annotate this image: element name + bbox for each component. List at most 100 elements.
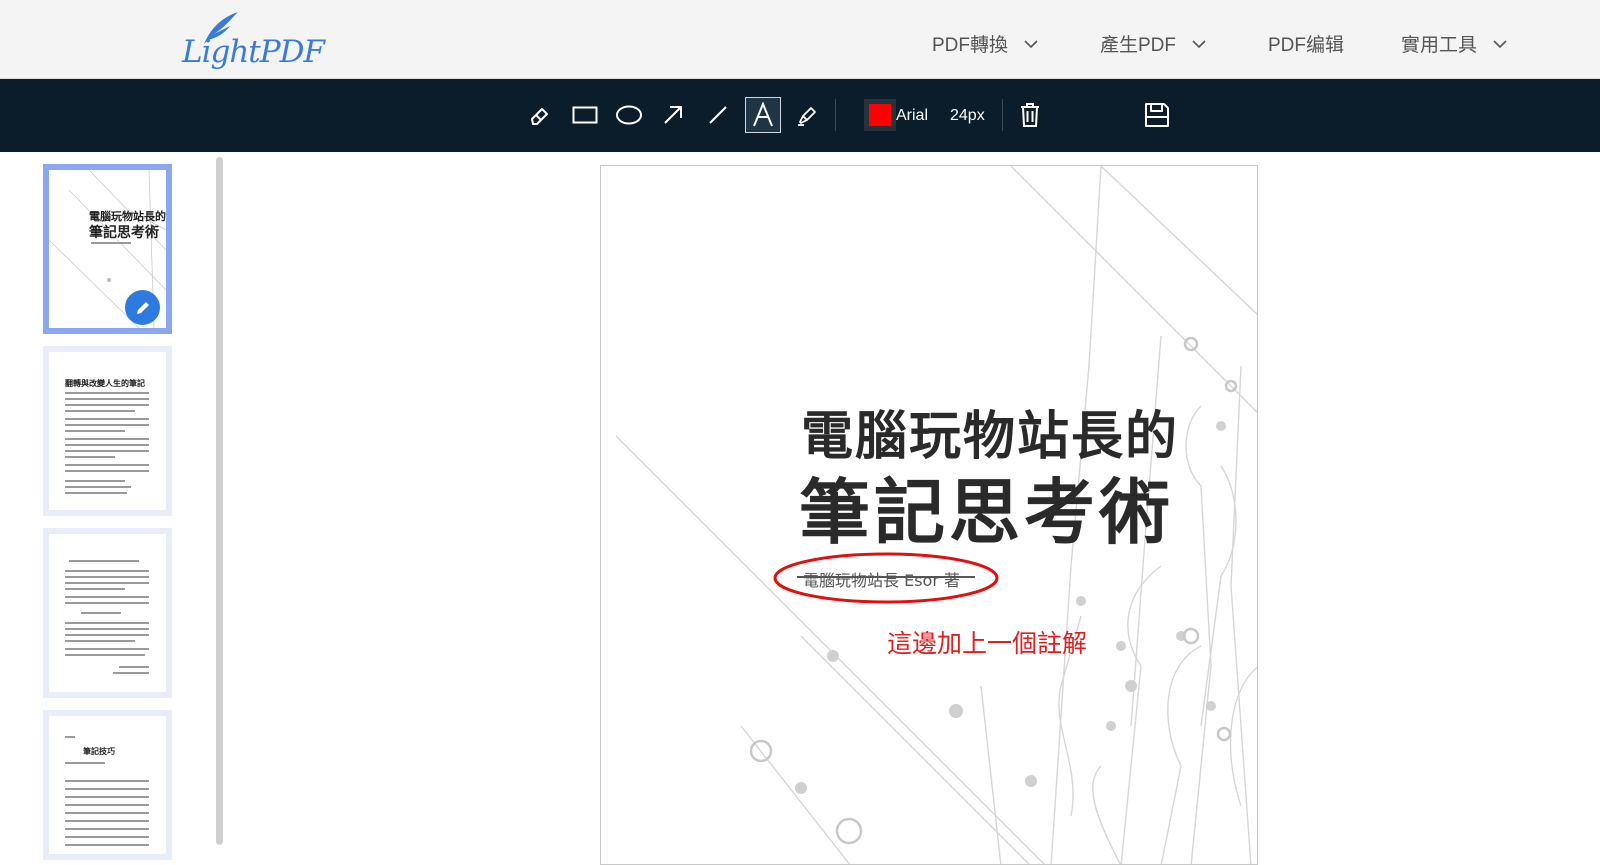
thumbnail-text-line	[65, 804, 149, 806]
thumbnail-text-line	[113, 672, 149, 674]
annotation-toolbar: Arial 24px	[0, 79, 1600, 152]
thumbnail-text-line	[65, 648, 149, 650]
menu-label: PDF轉換	[932, 35, 1009, 56]
line-icon	[709, 106, 727, 124]
thumbnail-text-line	[65, 602, 149, 604]
chevron-down-icon	[1024, 39, 1038, 48]
thumbnail-text-line	[65, 404, 149, 406]
thumbnail-text-line	[65, 844, 149, 846]
thumbnail-text-line	[65, 654, 145, 656]
thumbnail-sidebar: 電腦玩物站長的 筆記思考術 翻轉與改變人生的筆記 筆記技巧	[0, 152, 222, 860]
highlighter-tool-button[interactable]	[789, 97, 825, 133]
eraser-icon	[531, 108, 548, 125]
chevron-down-icon	[1493, 39, 1507, 48]
thumbnail-text-line	[65, 628, 149, 630]
color-picker[interactable]	[864, 99, 896, 131]
thumbnail-title-line2: 筆記思考術	[89, 225, 159, 241]
thumbnail-text-line	[65, 570, 149, 572]
thumbnail-text-line	[65, 588, 125, 590]
text-icon	[753, 102, 773, 127]
thumbnail-heading: 筆記技巧	[83, 746, 115, 756]
arrow-tool-button[interactable]	[655, 97, 691, 133]
thumbnail-text-line	[65, 410, 135, 412]
thumbnail-text-line	[65, 788, 149, 790]
thumbnail-heading: 翻轉與改變人生的筆記	[65, 378, 145, 388]
top-navigation: LightPDF PDF轉換 產生PDF PDF编辑 實用工具	[0, 0, 1600, 79]
page-thumbnail-1[interactable]: 電腦玩物站長的 筆記思考術	[43, 164, 172, 334]
document-title-line2: 筆記思考術	[799, 470, 1175, 554]
thumbnail-text-line	[65, 596, 149, 598]
delete-button[interactable]	[1012, 97, 1048, 133]
arrow-icon	[664, 106, 682, 124]
thumbnail-text-line	[65, 480, 125, 482]
toolbar-divider	[835, 99, 836, 131]
line-tool-button[interactable]	[700, 97, 736, 133]
menu-label: 產生PDF	[1100, 35, 1177, 56]
thumbnail-text-line	[65, 444, 149, 446]
edit-page-button[interactable]	[125, 290, 160, 325]
thumbnail-text-line	[65, 762, 105, 764]
save-icon	[1145, 103, 1169, 127]
eraser-tool-button[interactable]	[522, 97, 558, 133]
thumbnail-text-line	[65, 492, 127, 494]
thumbnail-text-line	[65, 398, 149, 400]
thumbnail-text-line	[65, 640, 135, 642]
thumbnail-text-line	[65, 836, 149, 838]
thumbnail-text-line	[65, 418, 149, 420]
thumbnail-text-line	[69, 560, 139, 562]
thumbnail-text-line	[65, 736, 75, 738]
thumbnail-text-line	[65, 582, 149, 584]
thumbnail-page: 翻轉與改變人生的筆記	[49, 352, 166, 510]
thumbnail-text-line	[65, 828, 149, 830]
thumbnail-text-line	[65, 820, 149, 822]
menu-pdf-convert[interactable]: PDF轉換	[932, 30, 1038, 57]
text-tool-button[interactable]	[745, 97, 781, 133]
thumbnail-text-line	[65, 634, 149, 636]
pencil-icon	[136, 301, 149, 314]
thumbnail-text-line	[91, 242, 131, 244]
thumbnail-text-line	[65, 470, 149, 472]
font-family-select[interactable]: Arial	[896, 107, 928, 125]
menu-pdf-edit[interactable]: PDF编辑	[1268, 30, 1344, 57]
ellipse-icon	[616, 105, 642, 125]
ellipse-tool-button[interactable]	[611, 97, 647, 133]
rectangle-tool-button[interactable]	[567, 97, 603, 133]
thumbnail-text-line	[65, 450, 149, 452]
trash-icon	[1021, 103, 1039, 127]
thumbnail-text-line	[65, 812, 149, 814]
thumbnail-text-line	[65, 424, 149, 426]
menu-create-pdf[interactable]: 產生PDF	[1100, 30, 1206, 57]
text-annotation[interactable]: 這邊加上一個註解	[887, 624, 1087, 660]
thumbnail-text-line	[65, 438, 149, 440]
thumbnail-text-line	[65, 622, 149, 624]
chevron-down-icon	[1192, 39, 1206, 48]
thumbnail-text-line	[65, 392, 149, 394]
page-thumbnail-4[interactable]: 筆記技巧	[43, 710, 172, 860]
save-button[interactable]	[1139, 97, 1175, 133]
page-thumbnail-3[interactable]	[43, 528, 172, 698]
thumbnail-text-line	[65, 430, 125, 432]
thumbnail-text-line	[119, 666, 149, 668]
thumbnail-text-line	[65, 780, 149, 782]
thumbnail-text-line	[65, 464, 149, 466]
highlighter-icon	[798, 107, 816, 126]
rectangle-icon	[572, 106, 598, 124]
thumbnail-text-line	[81, 612, 121, 614]
thumbnail-text-line	[65, 456, 115, 458]
menu-tools[interactable]: 實用工具	[1401, 30, 1507, 57]
thumbnail-page: 筆記技巧	[49, 716, 166, 854]
thumbnail-page	[49, 534, 166, 692]
pdf-page-canvas[interactable]: 電腦玩物站長的 筆記思考術 電腦玩物站長 Esor 著 這邊加上一個註解	[600, 165, 1258, 865]
sidebar-scrollbar[interactable]	[216, 157, 223, 845]
thumbnail-text-line	[65, 576, 149, 578]
font-size-select[interactable]: 24px	[950, 107, 985, 125]
lightpdf-logo[interactable]: LightPDF	[182, 10, 325, 72]
menu-label: 實用工具	[1401, 35, 1478, 56]
logo-text: LightPDF	[182, 34, 325, 70]
page-thumbnail-2[interactable]: 翻轉與改變人生的筆記	[43, 346, 172, 516]
toolbar-divider	[1002, 99, 1003, 131]
selected-color	[869, 104, 891, 126]
menu-label: PDF编辑	[1268, 35, 1345, 56]
thumbnail-text-line	[65, 796, 149, 798]
ellipse-annotation[interactable]	[771, 550, 1001, 606]
